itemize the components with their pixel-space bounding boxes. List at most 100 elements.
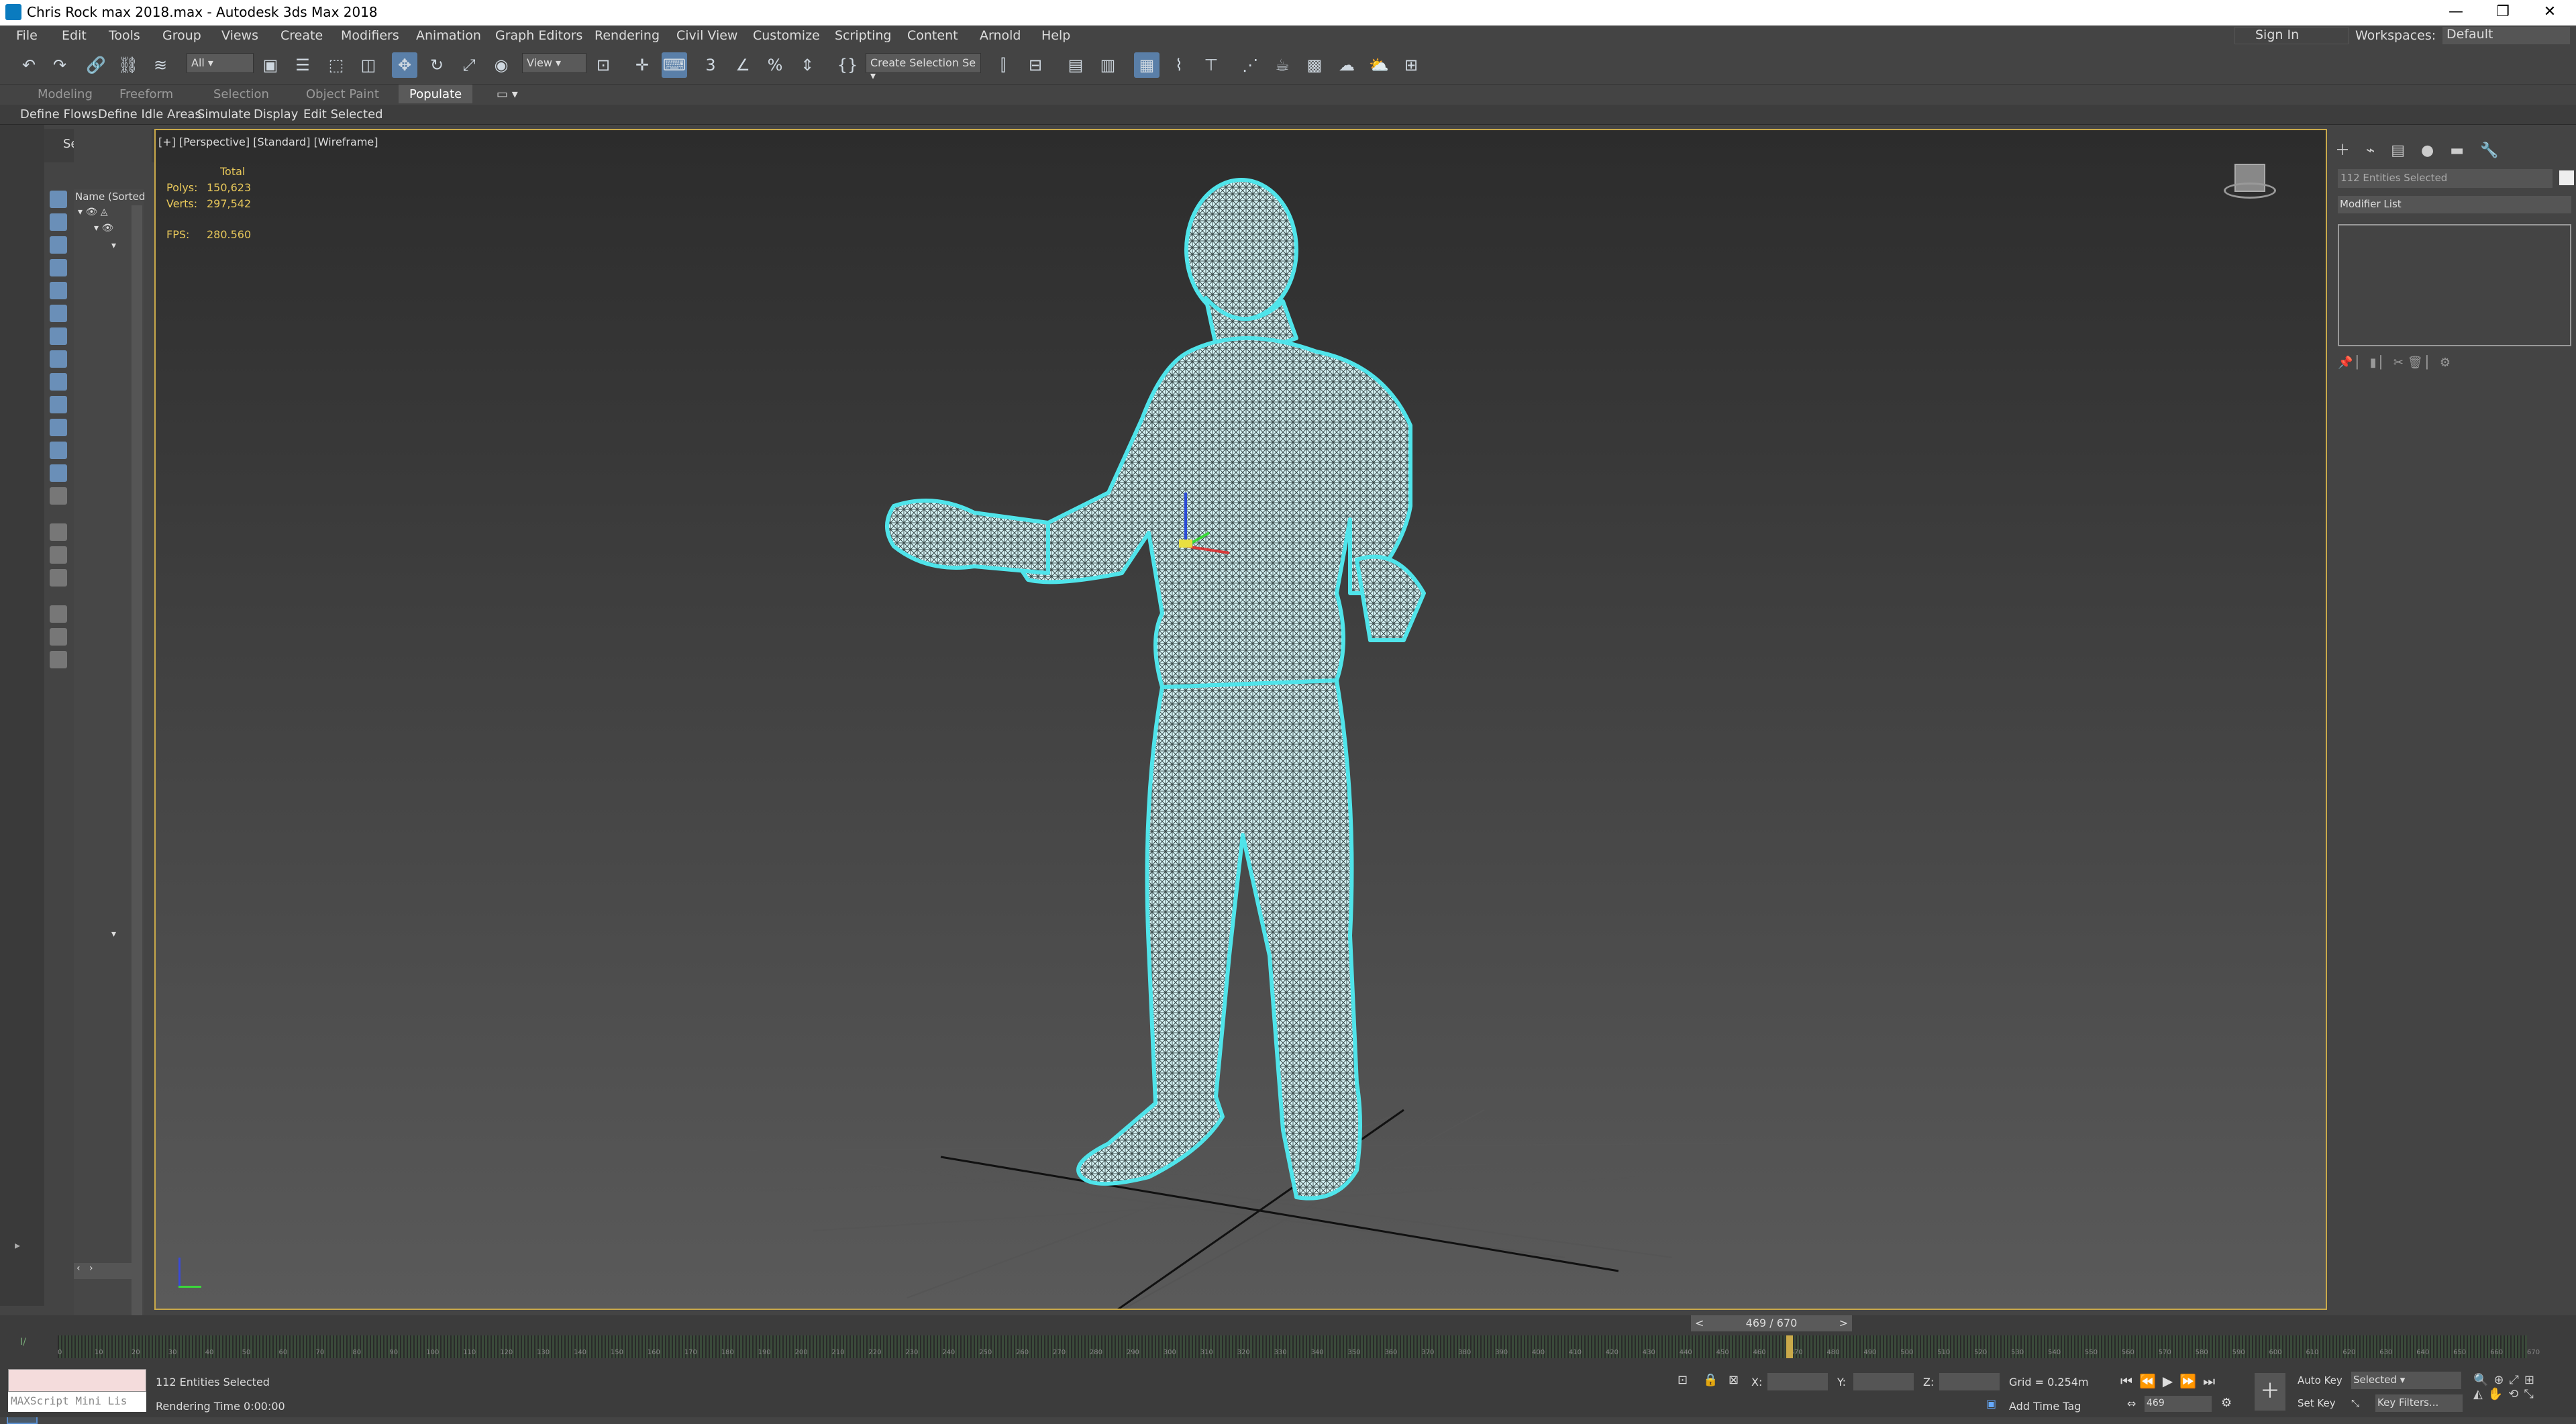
display-cameras-icon[interactable] bbox=[50, 282, 67, 299]
explorer-options-icon[interactable] bbox=[50, 651, 67, 668]
percent-snap-icon[interactable]: % bbox=[762, 52, 788, 78]
close-button[interactable]: ✕ bbox=[2530, 0, 2570, 26]
tab-populate[interactable]: Populate bbox=[399, 85, 473, 103]
undo-icon[interactable]: ↶ bbox=[16, 52, 42, 78]
column-name-header[interactable]: Name (Sorted A bbox=[75, 191, 145, 203]
spinner-snap-icon[interactable]: ⇕ bbox=[794, 52, 820, 78]
menu-views[interactable]: Views bbox=[221, 28, 258, 43]
ribbon-options-icon[interactable]: ▭ ▾ bbox=[497, 87, 518, 101]
time-next-button[interactable]: > bbox=[1839, 1315, 1848, 1331]
selection-name-field[interactable]: 112 Entities Selected bbox=[2338, 169, 2553, 188]
redo-icon[interactable]: ↷ bbox=[47, 52, 72, 78]
rect-selection-icon[interactable]: ⬚ bbox=[323, 52, 349, 78]
tree-expand-icon[interactable]: ▾ 👁 bbox=[94, 223, 113, 234]
edit-selected-button[interactable]: Edit Selected bbox=[303, 107, 383, 121]
bind-space-warp-icon[interactable]: ≋ bbox=[148, 52, 173, 78]
render-iterative-icon[interactable]: ⛅ bbox=[1366, 52, 1392, 78]
display-spacewarps-icon[interactable] bbox=[50, 327, 67, 345]
display-frozen-icon[interactable] bbox=[50, 442, 67, 459]
display-lights-icon[interactable] bbox=[50, 259, 67, 276]
menu-create[interactable]: Create bbox=[280, 28, 323, 43]
menu-file[interactable]: File bbox=[16, 28, 38, 43]
filter-icon[interactable] bbox=[50, 628, 67, 646]
display-groups-icon[interactable] bbox=[50, 350, 67, 368]
selection-filter-dropdown[interactable]: All ▾ bbox=[187, 53, 254, 73]
key-mode-dropdown[interactable]: Selected ▾ bbox=[2351, 1372, 2461, 1389]
render-production-icon[interactable]: ☁ bbox=[1334, 52, 1359, 78]
key-mode-icon[interactable]: ⤡ bbox=[2351, 1397, 2359, 1409]
selection-set-dropdown[interactable]: Create Selection Se ▾ bbox=[866, 53, 981, 82]
toggle-display-icon[interactable] bbox=[50, 487, 67, 505]
pivot-center-icon[interactable]: ⊡ bbox=[590, 52, 616, 78]
angle-snap-icon[interactable]: ∠ bbox=[730, 52, 756, 78]
restore-button[interactable]: ❐ bbox=[2483, 0, 2523, 26]
scene-scrollbar[interactable] bbox=[132, 205, 142, 1386]
playback-controls[interactable]: ⏮⏪▶⏩⏭ bbox=[2120, 1373, 2234, 1390]
unlink-icon[interactable]: ⛓ bbox=[115, 52, 141, 78]
display-xrefs-icon[interactable] bbox=[50, 373, 67, 391]
menu-civil-view[interactable]: Civil View bbox=[676, 28, 737, 43]
time-tag-icon[interactable]: ▣ bbox=[1986, 1397, 1996, 1410]
y-coordinate-field[interactable] bbox=[1853, 1373, 1914, 1390]
lock-selection-icon[interactable]: 🔒 bbox=[1703, 1373, 1718, 1387]
invert-display-icon[interactable] bbox=[50, 523, 67, 541]
menu-customize[interactable]: Customize bbox=[753, 28, 820, 43]
character-wireframe[interactable] bbox=[885, 178, 1426, 1201]
timeline-track[interactable]: 0 10 20 30 40 50 60 70 80 90 100 110 120 130 140 150 160… bbox=[58, 1335, 2540, 1358]
curve-editor-icon[interactable]: ⌇ bbox=[1166, 52, 1192, 78]
maxscript-mini-listener[interactable]: MAXScript Mini Lis bbox=[8, 1392, 146, 1412]
render-setup-icon[interactable]: ☕ bbox=[1270, 52, 1295, 78]
ribbon-toggle-icon[interactable]: ▦ bbox=[1134, 52, 1160, 78]
display-children-icon[interactable] bbox=[50, 546, 67, 564]
mirror-icon[interactable]: ⫿ bbox=[990, 52, 1016, 78]
layer-explorer-icon[interactable]: ▥ bbox=[1095, 52, 1121, 78]
tab-object-paint[interactable]: Object Paint bbox=[306, 87, 379, 101]
define-flows-button[interactable]: Define Flows bbox=[20, 107, 97, 121]
isolate-icon[interactable]: ⊡ bbox=[1678, 1373, 1688, 1387]
key-filters-button[interactable]: Key Filters... bbox=[2375, 1394, 2463, 1412]
named-selection-icon[interactable]: {} bbox=[835, 52, 860, 78]
menu-animation[interactable]: Animation bbox=[416, 28, 481, 43]
tree-expand-icon[interactable]: ▾ bbox=[111, 240, 116, 251]
set-key-button[interactable]: Set Key bbox=[2298, 1397, 2336, 1409]
a360-render-icon[interactable]: ⊞ bbox=[1398, 52, 1424, 78]
link-icon[interactable]: 🔗 bbox=[83, 52, 109, 78]
stack-toolbar[interactable]: 📌 ▏ ▮ ▏ ✂ 🗑 ▏ ⚙ bbox=[2338, 356, 2571, 376]
place-icon[interactable]: ◉ bbox=[488, 52, 514, 78]
ref-coord-dropdown[interactable]: View ▾ bbox=[522, 53, 586, 73]
select-move-icon[interactable]: ✥ bbox=[392, 52, 417, 78]
menu-scripting[interactable]: Scripting bbox=[835, 28, 892, 43]
select-manipulate-icon[interactable]: ✛ bbox=[629, 52, 655, 78]
workspace-dropdown[interactable]: Default bbox=[2442, 27, 2570, 44]
select-object-icon[interactable]: ▣ bbox=[258, 52, 283, 78]
menu-graph-editors[interactable]: Graph Editors bbox=[495, 28, 582, 43]
display-helpers-icon[interactable] bbox=[50, 305, 67, 322]
menu-modifiers[interactable]: Modifiers bbox=[341, 28, 399, 43]
set-keys-icon[interactable]: ＋ bbox=[2255, 1373, 2285, 1411]
tree-expand-icon[interactable]: ▾ bbox=[111, 929, 116, 939]
time-config-icon[interactable]: ⚙ bbox=[2221, 1396, 2232, 1410]
tab-selection[interactable]: Selection bbox=[213, 87, 269, 101]
find-icon[interactable] bbox=[50, 605, 67, 623]
display-geometry-icon[interactable] bbox=[50, 213, 67, 231]
menu-arnold[interactable]: Arnold bbox=[980, 28, 1021, 43]
current-frame-field[interactable]: 469 bbox=[2145, 1396, 2212, 1412]
display-containers-icon[interactable] bbox=[50, 419, 67, 436]
display-shapes-icon[interactable] bbox=[50, 236, 67, 254]
schematic-view-icon[interactable]: ⊤ bbox=[1198, 52, 1224, 78]
sign-in-dropdown[interactable]: Sign In bbox=[2234, 27, 2349, 44]
scene-explorer-icon[interactable]: ▤ bbox=[1063, 52, 1088, 78]
define-idle-areas-button[interactable]: Define Idle Areas bbox=[98, 107, 201, 121]
display-bones-icon[interactable] bbox=[50, 396, 67, 413]
snap-3d-icon[interactable]: 3 bbox=[698, 52, 723, 78]
add-time-tag-button[interactable]: Add Time Tag bbox=[2009, 1400, 2081, 1413]
modifier-list-dropdown[interactable]: Modifier List bbox=[2338, 196, 2571, 213]
simulate-button[interactable]: Simulate bbox=[197, 107, 251, 121]
absolute-mode-icon[interactable]: ⊠ bbox=[1729, 1373, 1739, 1387]
rendered-frame-icon[interactable]: ▩ bbox=[1302, 52, 1327, 78]
auto-key-button[interactable]: Auto Key bbox=[2298, 1374, 2342, 1386]
select-scale-icon[interactable]: ⤢ bbox=[456, 52, 482, 78]
keyboard-shortcut-icon[interactable]: ⌨ bbox=[662, 52, 687, 78]
menu-tools[interactable]: Tools bbox=[109, 28, 140, 43]
z-coordinate-field[interactable] bbox=[1939, 1373, 2000, 1390]
